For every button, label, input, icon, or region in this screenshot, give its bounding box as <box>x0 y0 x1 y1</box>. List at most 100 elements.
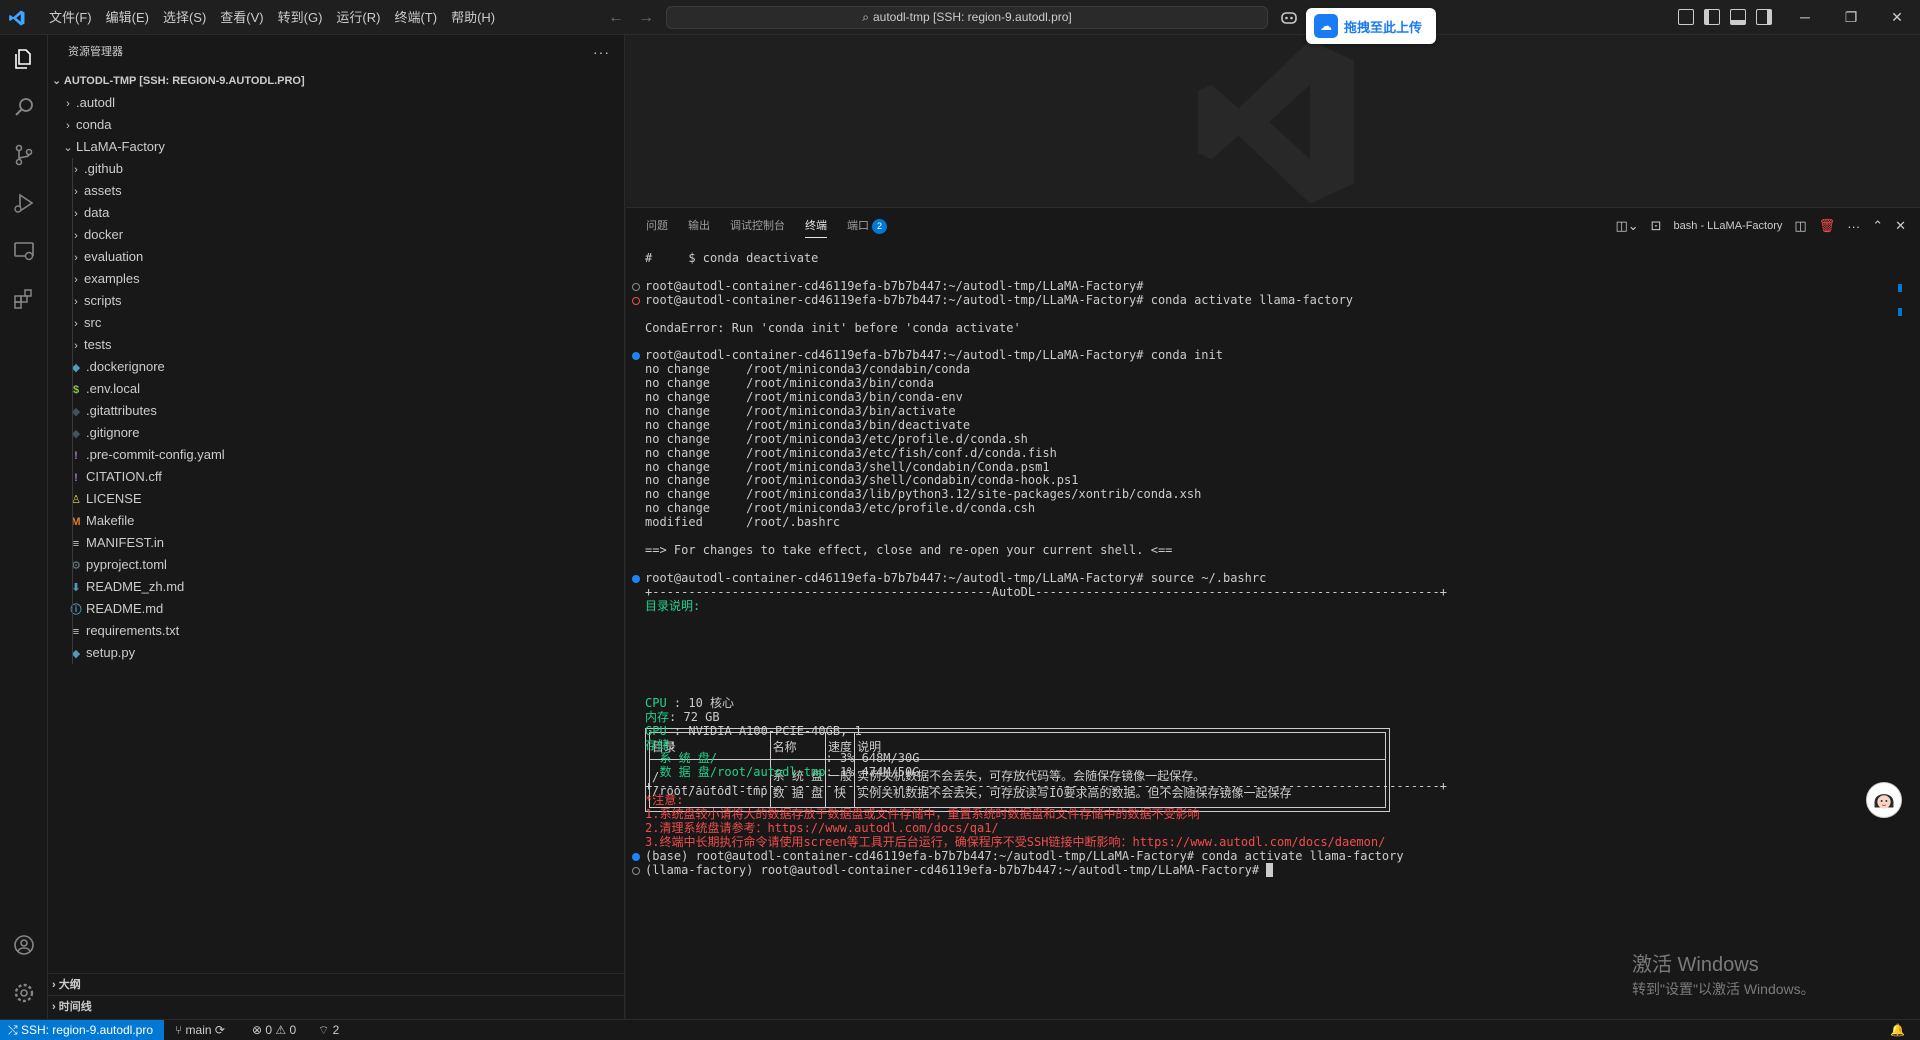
split-terminal-dropdown-icon[interactable]: ◫⌄ <box>1615 218 1638 234</box>
avatar[interactable] <box>1866 782 1902 818</box>
menu-run[interactable]: 运行(R) <box>329 0 387 35</box>
command-decoration-blue-icon[interactable] <box>632 574 640 583</box>
tree-folder[interactable]: › .github <box>48 158 624 180</box>
command-center-label: autodl-tmp [SSH: region-9.autodl.pro] <box>872 10 1072 24</box>
timeline-section[interactable]: › 时间线 <box>48 995 625 1017</box>
kill-terminal-icon[interactable]: 🗑 <box>1819 218 1836 234</box>
tree-folder[interactable]: › docker <box>48 224 624 246</box>
terminal-line: modified /root/.bashrc <box>645 515 841 530</box>
close-panel-icon[interactable]: ✕ <box>1895 218 1906 234</box>
chevron-right-icon: › <box>74 252 78 264</box>
tab-ports[interactable]: 端口 2 <box>837 208 897 244</box>
more-actions-icon[interactable]: ··· <box>1847 219 1860 234</box>
tree-file[interactable]: ! .pre-commit-config.yaml <box>48 444 624 466</box>
tree-folder[interactable]: › evaluation <box>48 246 624 268</box>
search-icon[interactable] <box>12 95 36 119</box>
tree-file[interactable]: ≡ requirements.txt <box>48 620 624 642</box>
info-label: GPU <box>645 723 667 738</box>
explorer-icon[interactable] <box>12 47 36 71</box>
command-decoration-blue-icon[interactable] <box>632 852 640 861</box>
command-decoration-gray-icon[interactable] <box>632 866 640 875</box>
tab-problems[interactable]: 问题 <box>636 208 678 244</box>
tree-file[interactable]: ◆ .dockerignore <box>48 356 624 378</box>
tree-item-label: evaluation <box>84 249 144 264</box>
menu-edit[interactable]: 编辑(E) <box>99 0 156 35</box>
menu-file[interactable]: 文件(F) <box>42 0 99 35</box>
drag-upload-button[interactable]: ☁ 拖拽至此上传 <box>1306 8 1436 44</box>
back-arrow-icon[interactable]: ← <box>608 9 624 27</box>
tab-output[interactable]: 输出 <box>678 208 720 244</box>
tree-file[interactable]: ⬇ README_zh.md <box>48 576 624 598</box>
info-label: 系 统 盘/ <box>645 751 718 766</box>
settings-gear-icon[interactable] <box>12 981 36 1005</box>
more-actions-icon[interactable]: ··· <box>593 35 610 70</box>
toggle-primary-sidebar-icon[interactable] <box>1704 9 1720 25</box>
tree-folder[interactable]: › conda <box>48 114 624 136</box>
toggle-secondary-sidebar-icon[interactable] <box>1756 9 1772 25</box>
tree-file[interactable]: ◆ .gitignore <box>48 422 624 444</box>
terminal-output[interactable]: 目录 名称 速度 说明 //root/autodl-tmp 系 统 盘数 据 盘… <box>626 244 1906 1040</box>
run-debug-icon[interactable] <box>12 191 36 215</box>
tree-file[interactable]: ⓘ README.md <box>48 598 624 620</box>
menu-terminal[interactable]: 终端(T) <box>387 0 444 35</box>
tree-folder[interactable]: › assets <box>48 180 624 202</box>
tab-debug-console[interactable]: 调试控制台 <box>720 208 795 244</box>
forward-arrow-icon[interactable]: → <box>638 9 654 27</box>
command-decoration-blue-icon[interactable] <box>632 352 640 361</box>
menu-view[interactable]: 查看(V) <box>213 0 270 35</box>
command-center-search[interactable]: ⌕ autodl-tmp [SSH: region-9.autodl.pro] <box>666 6 1268 29</box>
editor-area <box>626 35 1920 207</box>
terminal-scrollbar[interactable] <box>1898 284 1902 1004</box>
restore-button[interactable]: ❐ <box>1828 0 1874 35</box>
tree-file[interactable]: M Makefile <box>48 510 624 532</box>
menu-help[interactable]: 帮助(H) <box>444 0 502 35</box>
tree-file[interactable]: ⚙ pyproject.toml <box>48 554 624 576</box>
outline-section[interactable]: › 大纲 <box>48 973 625 995</box>
tree-file[interactable]: ≡ MANIFEST.in <box>48 532 624 554</box>
accounts-icon[interactable] <box>12 933 36 957</box>
toggle-panel-icon[interactable] <box>1730 9 1746 25</box>
remote-indicator[interactable]: ⤭ SSH: region-9.autodl.pro <box>0 1020 164 1040</box>
sync-icon[interactable]: ⟳ <box>215 1023 225 1037</box>
workspace-root[interactable]: ⌄ AUTODL-TMP [SSH: REGION-9.AUTODL.PRO] <box>48 70 624 92</box>
menu-go[interactable]: 转到(G) <box>271 0 330 35</box>
remote-explorer-icon[interactable] <box>12 239 36 263</box>
command-decoration-gray-icon[interactable] <box>632 282 640 291</box>
branch-label: main <box>185 1023 212 1037</box>
minimize-button[interactable]: ─ <box>1782 0 1828 35</box>
tree-folder[interactable]: › scripts <box>48 290 624 312</box>
timeline-label: 时间线 <box>58 1001 92 1013</box>
title-bar: 文件(F) 编辑(E) 选择(S) 查看(V) 转到(G) 运行(R) 终端(T… <box>0 0 1920 44</box>
tree-folder[interactable]: › data <box>48 202 624 224</box>
activation-subtitle: 转到"设置"以激活 Windows。 <box>1632 981 1815 997</box>
customize-layout-icon[interactable] <box>1678 9 1694 25</box>
close-button[interactable]: ✕ <box>1874 0 1920 35</box>
extensions-icon[interactable] <box>12 287 36 311</box>
ports-indicator[interactable]: ⌔ 2 <box>318 1020 339 1040</box>
tree-folder[interactable]: › tests <box>48 334 624 356</box>
tree-file[interactable]: $ .env.local <box>48 378 624 400</box>
tree-file[interactable]: ! CITATION.cff <box>48 466 624 488</box>
tree-folder[interactable]: › .autodl <box>48 92 624 114</box>
sidebar-title: 资源管理器 <box>68 46 123 58</box>
tree-file[interactable]: ◆ .gitattributes <box>48 400 624 422</box>
menu-selection[interactable]: 选择(S) <box>156 0 213 35</box>
tree-folder[interactable]: ⌄ LLaMA-Factory <box>48 136 624 158</box>
split-terminal-icon[interactable]: ◫ <box>1794 218 1806 234</box>
tree-folder[interactable]: › src <box>48 312 624 334</box>
branch-indicator[interactable]: ⑂ main ⟳ <box>175 1020 225 1040</box>
tab-terminal[interactable]: 终端 <box>795 208 837 244</box>
maximize-panel-icon[interactable]: ⌃ <box>1872 218 1883 234</box>
terminal-line: # $ conda deactivate <box>645 251 819 265</box>
command-decoration-red-icon[interactable] <box>632 296 640 305</box>
copilot-icon[interactable] <box>1280 8 1298 26</box>
tree-item-label: .env.local <box>86 381 140 396</box>
notifications-bell-icon[interactable]: 🔔 <box>1890 1020 1905 1040</box>
tree-file[interactable]: ◆ setup.py <box>48 642 624 664</box>
tree-item-label: scripts <box>84 293 122 308</box>
tree-folder[interactable]: › examples <box>48 268 624 290</box>
source-control-icon[interactable] <box>12 143 36 167</box>
tree-file[interactable]: ♙ LICENSE <box>48 488 624 510</box>
problems-indicator[interactable]: ⊗ 0 ⚠ 0 <box>252 1020 296 1040</box>
terminal-instance-label[interactable]: bash - LLaMA-Factory <box>1674 220 1783 232</box>
